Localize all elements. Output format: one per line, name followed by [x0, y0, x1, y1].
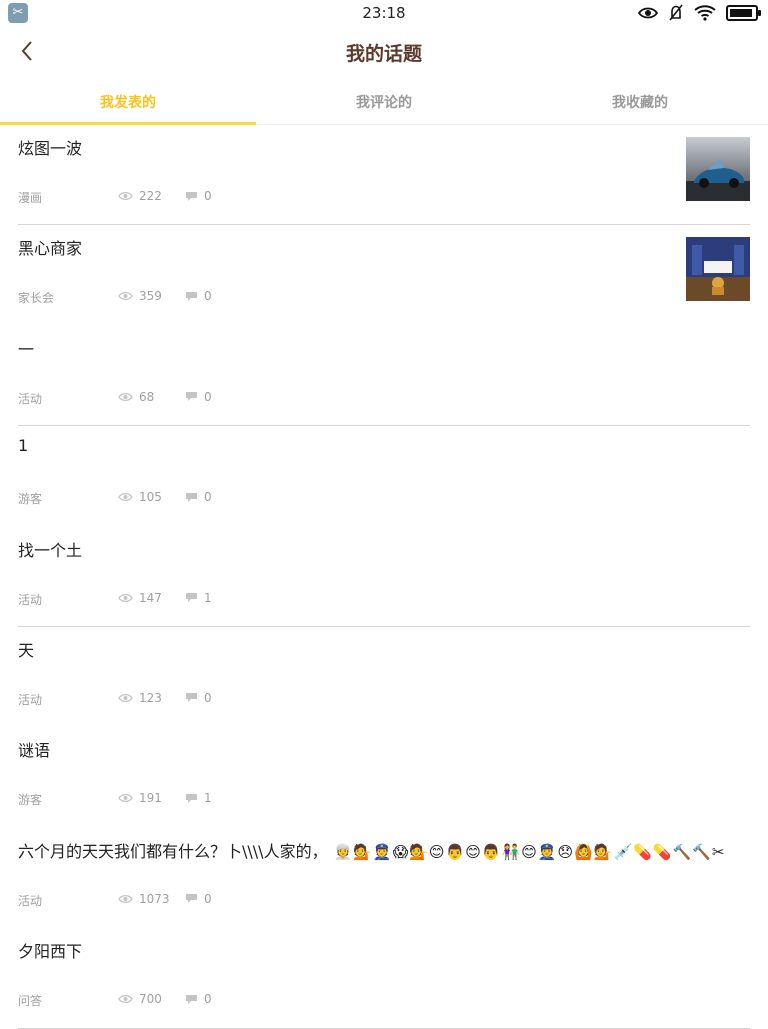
post-category: 活动	[18, 592, 43, 607]
eye-icon	[118, 493, 133, 502]
post-title: 找一个土	[18, 540, 83, 560]
post-category: 游客	[18, 793, 43, 808]
list-item[interactable]: 夕阳西下 问答 700 0	[18, 928, 750, 1029]
eye-icon	[638, 7, 658, 19]
view-count: 700	[118, 992, 162, 1006]
comment-count: 1	[185, 591, 212, 605]
comment-count-value: 1	[204, 791, 212, 806]
tab-my-comments[interactable]: 我评论的	[256, 78, 512, 124]
view-count: 1073	[118, 892, 170, 906]
comment-icon	[186, 894, 197, 904]
eye-icon	[118, 593, 133, 602]
list-item[interactable]: 天 活动 123 0	[18, 627, 750, 727]
post-list: 炫图一波 漫画 222 0 黑心商家 家长会 359 0 一 活动 68 0 1…	[18, 125, 750, 1029]
comment-icon	[186, 291, 197, 301]
list-item[interactable]: 炫图一波 漫画 222 0	[18, 125, 750, 226]
comment-count: 1	[185, 791, 212, 805]
post-thumbnail-car-image	[686, 137, 750, 201]
post-category: 活动	[18, 692, 43, 707]
post-title: 夕阳西下	[18, 942, 83, 962]
page-title: 我的话题	[345, 43, 422, 65]
eye-icon	[118, 191, 133, 201]
post-category: 活动	[18, 391, 43, 406]
status-bar: ✂ 23:18	[0, 0, 768, 26]
eye-icon	[118, 894, 133, 903]
view-count-value: 1073	[139, 891, 170, 906]
post-title: 谜语	[18, 741, 51, 761]
post-category: 家长会	[18, 291, 55, 306]
eye-icon	[118, 392, 133, 401]
view-count-value: 700	[139, 992, 162, 1007]
post-title: 炫图一波	[18, 139, 83, 158]
post-title-line: 六个月的天天我们都有什么？卜\\\\人家的， 👳💁👮😱💁😊👨😊👨👫😊👮😞🙆💁💉💊💊…	[18, 838, 725, 862]
list-item[interactable]: 一 活动 68 0	[18, 326, 750, 427]
post-title: 1	[18, 436, 29, 456]
comment-count-value: 0	[204, 189, 212, 203]
view-count-value: 147	[139, 590, 162, 605]
view-count: 147	[118, 591, 162, 605]
post-category: 活动	[18, 893, 43, 908]
post-title: 黑心商家	[18, 239, 83, 259]
view-count-value: 123	[139, 690, 162, 705]
status-icons	[638, 4, 761, 22]
comment-count: 0	[185, 992, 212, 1006]
wifi-icon	[694, 5, 716, 21]
comment-count: 0	[185, 490, 212, 504]
post-title: 天	[18, 640, 35, 660]
comment-icon	[186, 994, 197, 1004]
post-title: 一	[18, 339, 35, 359]
view-count: 191	[118, 791, 162, 805]
eye-icon	[118, 693, 133, 702]
comment-count-value: 0	[204, 490, 212, 505]
post-thumbnail-room-image	[686, 237, 750, 302]
view-count-value: 68	[139, 389, 155, 404]
comment-count: 0	[185, 189, 212, 203]
view-count: 68	[118, 390, 154, 404]
comment-count-value: 0	[204, 690, 212, 705]
post-category: 问答	[18, 994, 43, 1009]
post-category: 漫画	[18, 191, 43, 205]
post-title: 六个月的天天我们都有什么？卜\\\\人家的，	[18, 841, 328, 861]
comment-count-value: 0	[204, 992, 212, 1007]
comment-count-value: 0	[204, 389, 212, 404]
battery-level	[730, 9, 752, 17]
tab-my-favorites[interactable]: 我收藏的	[512, 78, 768, 124]
comment-count-value: 0	[204, 289, 212, 304]
comment-icon	[186, 492, 197, 502]
view-count-value: 191	[139, 791, 162, 806]
list-item[interactable]: 1 游客 105 0	[18, 426, 750, 526]
tab-my-posts[interactable]: 我发表的	[0, 78, 256, 125]
view-count: 359	[118, 289, 162, 303]
view-count: 123	[118, 691, 162, 705]
comment-icon	[186, 793, 197, 803]
header: 我的话题	[0, 26, 768, 78]
list-item[interactable]: 黑心商家 家长会 359 0	[18, 225, 750, 325]
comment-icon	[186, 392, 197, 402]
comment-icon	[186, 191, 197, 201]
view-count-value: 222	[139, 189, 162, 203]
notification-off-icon	[669, 4, 683, 21]
eye-icon	[118, 995, 133, 1004]
comment-count: 0	[185, 390, 212, 404]
tab-bar: 我发表的 我评论的 我收藏的	[0, 78, 768, 125]
eye-icon	[118, 292, 133, 301]
battery-icon	[726, 5, 761, 21]
list-item[interactable]: 找一个土 活动 147 1	[18, 527, 750, 627]
comment-count-value: 0	[204, 891, 212, 906]
list-item[interactable]: 六个月的天天我们都有什么？卜\\\\人家的， 👳💁👮😱💁😊👨😊👨👫😊👮😞🙆💁💉💊💊…	[18, 828, 750, 928]
comment-icon	[186, 693, 197, 703]
post-title-emoji: 👳💁👮😱💁😊👨😊👨👫😊👮😞🙆💁💉💊💊🔨🔨✂	[333, 842, 726, 861]
post-category: 游客	[18, 492, 43, 507]
view-count-value: 359	[139, 289, 162, 304]
view-count: 105	[118, 490, 162, 504]
view-count-value: 105	[139, 490, 162, 505]
view-count: 222	[118, 189, 162, 203]
list-item[interactable]: 谜语 游客 191 1	[18, 727, 750, 827]
comment-count-value: 1	[204, 590, 212, 605]
comment-count: 0	[185, 892, 212, 906]
comment-icon	[186, 593, 197, 603]
comment-count: 0	[185, 691, 212, 705]
eye-icon	[118, 794, 133, 803]
comment-count: 0	[185, 289, 212, 303]
